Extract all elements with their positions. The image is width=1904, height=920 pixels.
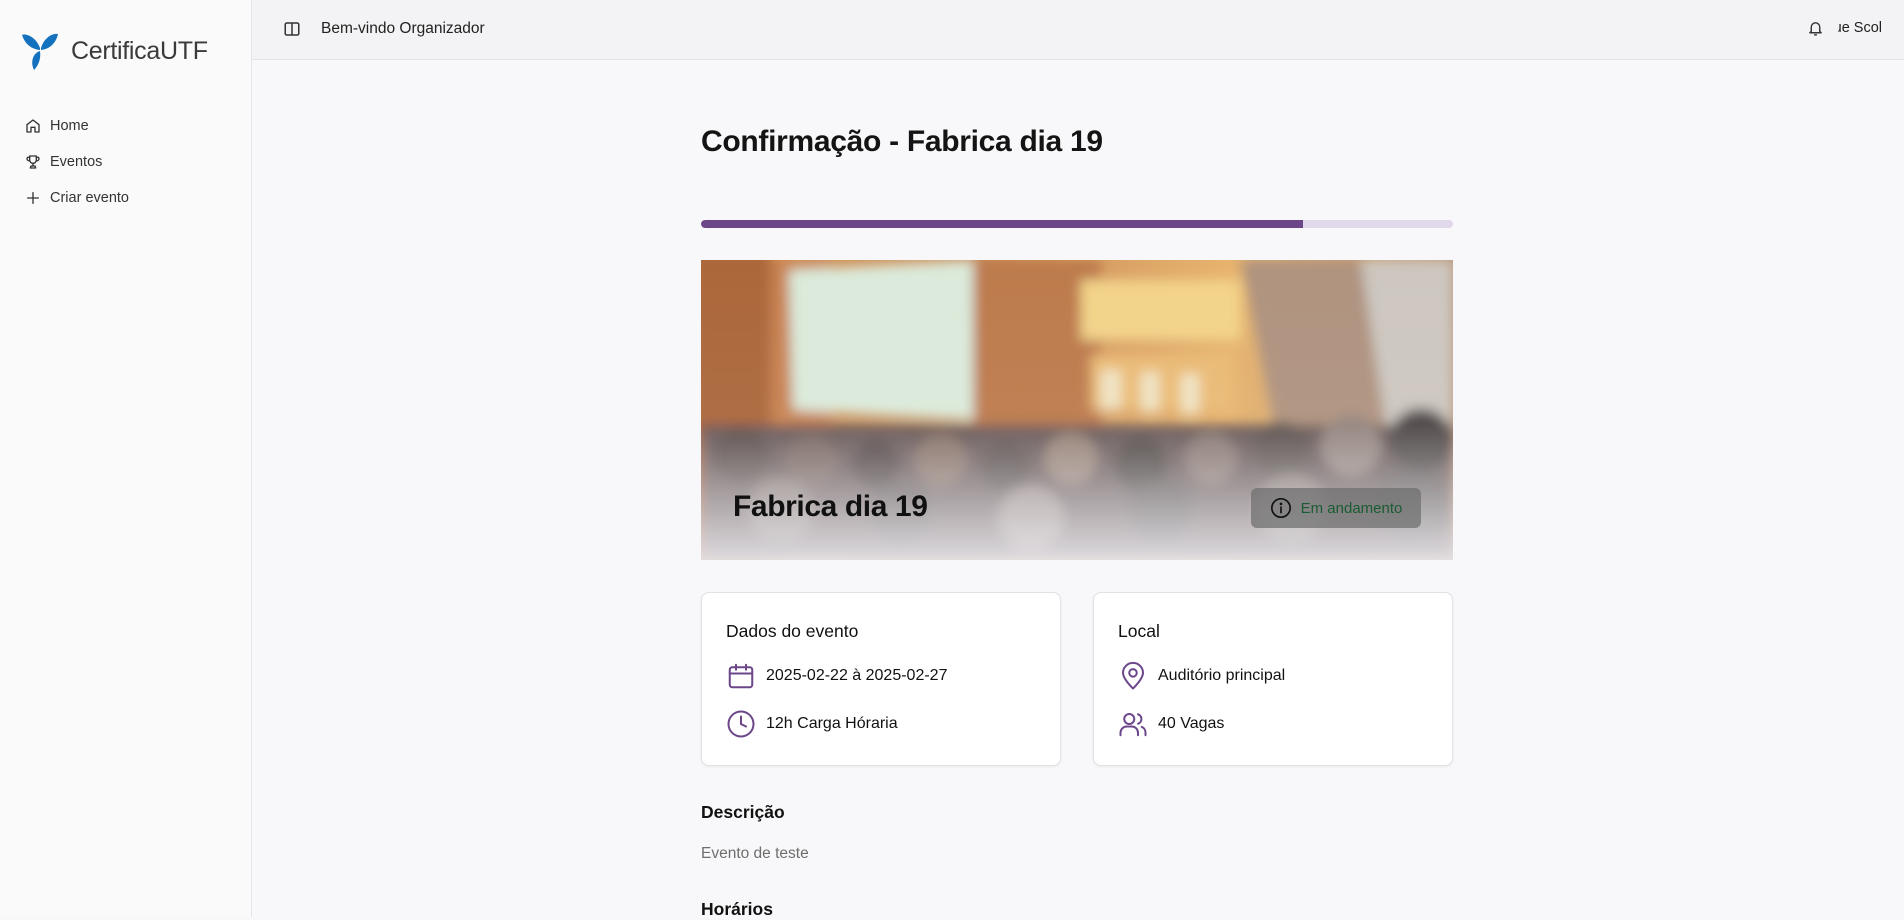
user-menu[interactable]: ue Scol: [1838, 20, 1882, 36]
welcome-text: Bem-vindo Organizador: [321, 20, 485, 37]
location-spots: 40 Vagas: [1158, 715, 1225, 732]
butterfly-logo-icon: [22, 33, 58, 70]
event-banner: Fabrica dia 19 Em andamento: [701, 260, 1453, 560]
sidebar-item-eventos[interactable]: Eventos: [25, 144, 129, 180]
trophy-icon: [26, 155, 40, 169]
sidebar-item-label: Home: [50, 118, 89, 134]
sidebar-item-label: Eventos: [50, 154, 103, 170]
description-heading: Descrição: [701, 802, 785, 822]
event-details-card: Dados do evento 2025-02-22 à 2025-02-27 …: [701, 592, 1061, 766]
event-workload-row: 12h Carga Hóraria: [726, 709, 898, 739]
description-text: Evento de teste: [701, 845, 809, 862]
event-dates: 2025-02-22 à 2025-02-27: [766, 667, 948, 684]
event-progress-bar: [701, 220, 1453, 228]
progress-fill: [701, 220, 1303, 228]
sidebar: CertificaUTF Home Eventos Criar evento: [0, 0, 252, 917]
home-icon: [26, 119, 40, 133]
location-place-row: Auditório principal: [1118, 661, 1285, 691]
topbar: Bem-vindo Organizador ue Scol: [252, 0, 1904, 60]
info-icon: [1270, 498, 1291, 518]
event-dates-row: 2025-02-22 à 2025-02-27: [726, 661, 947, 691]
card-title: Dados do evento: [726, 621, 859, 641]
location-spots-row: 40 Vagas: [1118, 709, 1224, 739]
status-badge[interactable]: Em andamento: [1251, 488, 1421, 528]
sidebar-nav: Home Eventos Criar evento: [25, 108, 129, 216]
sidebar-item-label: Criar evento: [50, 190, 129, 206]
page-title: Confirmação - Fabrica dia 19: [701, 125, 1103, 159]
event-workload: 12h Carga Hóraria: [766, 715, 898, 732]
sidebar-toggle-icon[interactable]: [283, 20, 301, 38]
event-name: Fabrica dia 19: [733, 490, 928, 523]
brand[interactable]: CertificaUTF: [21, 31, 208, 71]
users-icon: [1119, 713, 1147, 737]
user-name: ue Scol: [1838, 20, 1882, 36]
map-pin-icon: [1122, 661, 1144, 690]
status-label: Em andamento: [1300, 499, 1403, 517]
brand-name: CertificaUTF: [71, 36, 208, 65]
sidebar-item-criar-evento[interactable]: Criar evento: [25, 180, 129, 216]
plus-icon: [27, 192, 39, 204]
bell-icon[interactable]: [1807, 20, 1824, 37]
card-title: Local: [1118, 621, 1160, 641]
sidebar-item-home[interactable]: Home: [25, 108, 129, 144]
location-card: Local Auditório principal 40 Vagas: [1093, 592, 1453, 766]
calendar-icon: [728, 663, 754, 689]
location-place: Auditório principal: [1158, 667, 1286, 684]
clock-icon: [727, 710, 755, 738]
